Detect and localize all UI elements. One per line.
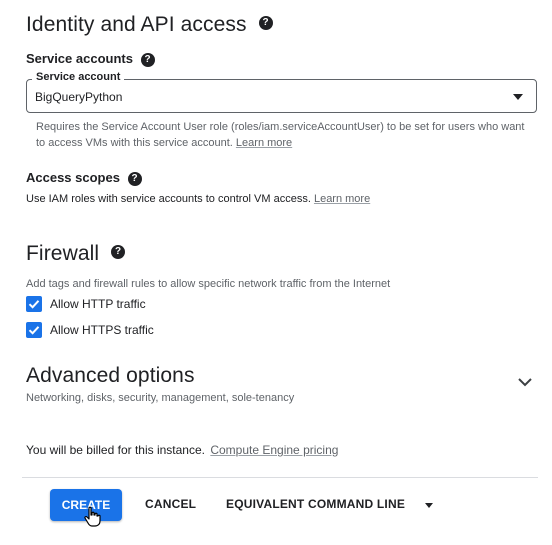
equivalent-command-line-button[interactable]: EQUIVALENT COMMAND LINE bbox=[226, 497, 405, 511]
access-scopes-description: Use IAM roles with service accounts to c… bbox=[26, 193, 370, 205]
service-account-field-label: Service account bbox=[32, 71, 125, 83]
service-accounts-heading-text: Service accounts bbox=[26, 51, 133, 66]
help-icon[interactable]: ? bbox=[111, 245, 126, 260]
allow-https-checkbox[interactable] bbox=[26, 322, 42, 338]
allow-http-label[interactable]: Allow HTTP traffic bbox=[50, 297, 146, 311]
dropdown-arrow-icon[interactable] bbox=[513, 94, 523, 100]
billing-notice: You will be billed for this instance. Co… bbox=[26, 443, 338, 457]
firewall-description: Add tags and firewall rules to allow spe… bbox=[26, 278, 391, 290]
chevron-down-icon[interactable] bbox=[516, 375, 534, 389]
identity-title-text: Identity and API access bbox=[26, 13, 247, 36]
billing-notice-text: You will be billed for this instance. bbox=[26, 443, 205, 457]
allow-https-label[interactable]: Allow HTTPS traffic bbox=[50, 323, 154, 337]
service-accounts-heading: Service accounts ? bbox=[26, 51, 155, 67]
access-scopes-heading: Access scopes ? bbox=[26, 170, 142, 186]
help-icon[interactable]: ? bbox=[127, 171, 142, 186]
learn-more-link[interactable]: Learn more bbox=[314, 193, 370, 205]
advanced-options-subtitle: Networking, disks, security, management,… bbox=[26, 392, 295, 404]
access-scopes-heading-text: Access scopes bbox=[26, 170, 120, 185]
identity-section-title: Identity and API access ? bbox=[26, 13, 273, 37]
dropdown-arrow-icon[interactable] bbox=[425, 503, 433, 508]
access-scopes-description-text: Use IAM roles with service accounts to c… bbox=[26, 193, 311, 205]
service-account-selected-value: BigQueryPython bbox=[35, 90, 123, 104]
cancel-button[interactable]: CANCEL bbox=[145, 497, 196, 511]
checkmark-icon bbox=[28, 300, 40, 309]
hand-cursor-icon bbox=[84, 506, 101, 527]
service-account-description: Requires the Service Account User role (… bbox=[36, 119, 536, 151]
advanced-options-title[interactable]: Advanced options bbox=[26, 364, 195, 388]
learn-more-link[interactable]: Learn more bbox=[236, 137, 292, 149]
firewall-section-title: Firewall ? bbox=[26, 242, 126, 266]
help-icon[interactable]: ? bbox=[140, 52, 155, 67]
firewall-title-text: Firewall bbox=[26, 242, 100, 265]
checkmark-icon bbox=[28, 326, 40, 335]
compute-engine-pricing-link[interactable]: Compute Engine pricing bbox=[210, 443, 338, 457]
divider bbox=[22, 477, 538, 478]
help-icon[interactable]: ? bbox=[258, 16, 273, 31]
allow-http-checkbox[interactable] bbox=[26, 296, 42, 312]
